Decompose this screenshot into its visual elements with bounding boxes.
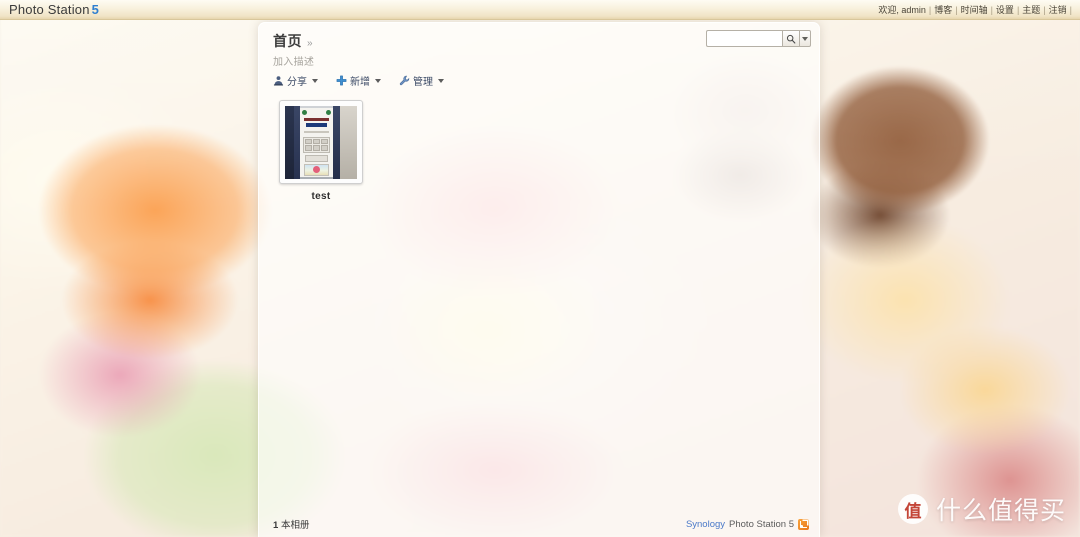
album-count-number: 1 — [273, 520, 279, 531]
panel-header: 首页 » 加入描述 分享 新增 管理 — [259, 23, 819, 88]
nav-link-logout[interactable]: 注销 — [1049, 3, 1067, 16]
manage-dropdown-button[interactable]: 管理 — [399, 73, 444, 88]
brand-product: Photo Station 5 — [729, 518, 794, 530]
watermark-text: 什么值得买 — [935, 496, 1066, 525]
site-watermark: 值 什么值得买 — [897, 491, 1066, 527]
nav-link-blog[interactable]: 博客 — [934, 3, 952, 16]
plus-icon — [336, 75, 347, 86]
breadcrumb-separator-icon: » — [307, 38, 313, 49]
nav-separator: | — [1016, 4, 1020, 15]
search-button[interactable] — [782, 30, 800, 47]
search-options-button[interactable] — [800, 30, 811, 47]
nav-link-settings[interactable]: 设置 — [996, 3, 1014, 16]
breadcrumb-home[interactable]: 首页 — [273, 31, 302, 51]
search-input[interactable] — [706, 30, 782, 47]
rss-icon[interactable] — [798, 518, 809, 530]
panel-toolbar: 分享 新增 管理 — [273, 73, 807, 88]
brand-company[interactable]: Synology — [686, 519, 725, 530]
nav-separator: | — [955, 4, 958, 15]
main-content-panel: 首页 » 加入描述 分享 新增 管理 test 1 本相册 Synology P… — [258, 22, 820, 537]
share-user-icon — [273, 75, 284, 86]
top-header-bar: Photo Station 5 欢迎, admin | 博客 | 时间轴 | 设置… — [0, 0, 1080, 20]
top-navigation: 欢迎, admin | 博客 | 时间轴 | 设置 | 主题 | 注销 | — [878, 3, 1080, 16]
panel-footer: 1 本相册 Synology Photo Station 5 — [259, 511, 819, 537]
album-count-label: 本相册 — [280, 520, 310, 531]
nav-separator: | — [1043, 4, 1046, 15]
nav-link-timeline[interactable]: 时间轴 — [961, 3, 988, 16]
search-icon — [786, 34, 796, 44]
wrench-icon — [399, 75, 410, 86]
welcome-text: 欢迎, admin — [878, 5, 926, 15]
nav-separator: | — [928, 4, 932, 15]
chevron-down-icon — [438, 78, 444, 83]
share-button-label: 分享 — [287, 77, 307, 88]
album-count: 1 本相册 — [273, 517, 309, 531]
watermark-badge-icon: 值 — [897, 494, 928, 524]
album-thumbnail-image — [285, 105, 357, 179]
album-thumbnail[interactable] — [279, 100, 363, 184]
nav-separator: | — [990, 4, 993, 15]
chevron-down-icon — [375, 78, 381, 83]
app-logo-text: Photo Station — [9, 2, 90, 17]
album-grid: test — [259, 88, 819, 511]
share-dropdown-button[interactable]: 分享 — [273, 73, 318, 88]
add-button-label: 新增 — [350, 77, 370, 88]
album-description-placeholder[interactable]: 加入描述 — [273, 53, 807, 68]
add-dropdown-button[interactable]: 新增 — [336, 73, 381, 88]
nav-separator: | — [1069, 4, 1072, 15]
nav-link-theme[interactable]: 主题 — [1022, 3, 1040, 16]
album-label: test — [311, 191, 331, 202]
footer-branding: Synology Photo Station 5 — [686, 518, 809, 530]
manage-button-label: 管理 — [413, 77, 433, 88]
album-item-test[interactable]: test — [279, 100, 363, 202]
app-logo-version: 5 — [91, 2, 100, 17]
chevron-down-icon — [802, 36, 808, 41]
search-area — [706, 30, 811, 47]
chevron-down-icon — [312, 78, 318, 83]
app-logo[interactable]: Photo Station 5 — [0, 2, 99, 17]
